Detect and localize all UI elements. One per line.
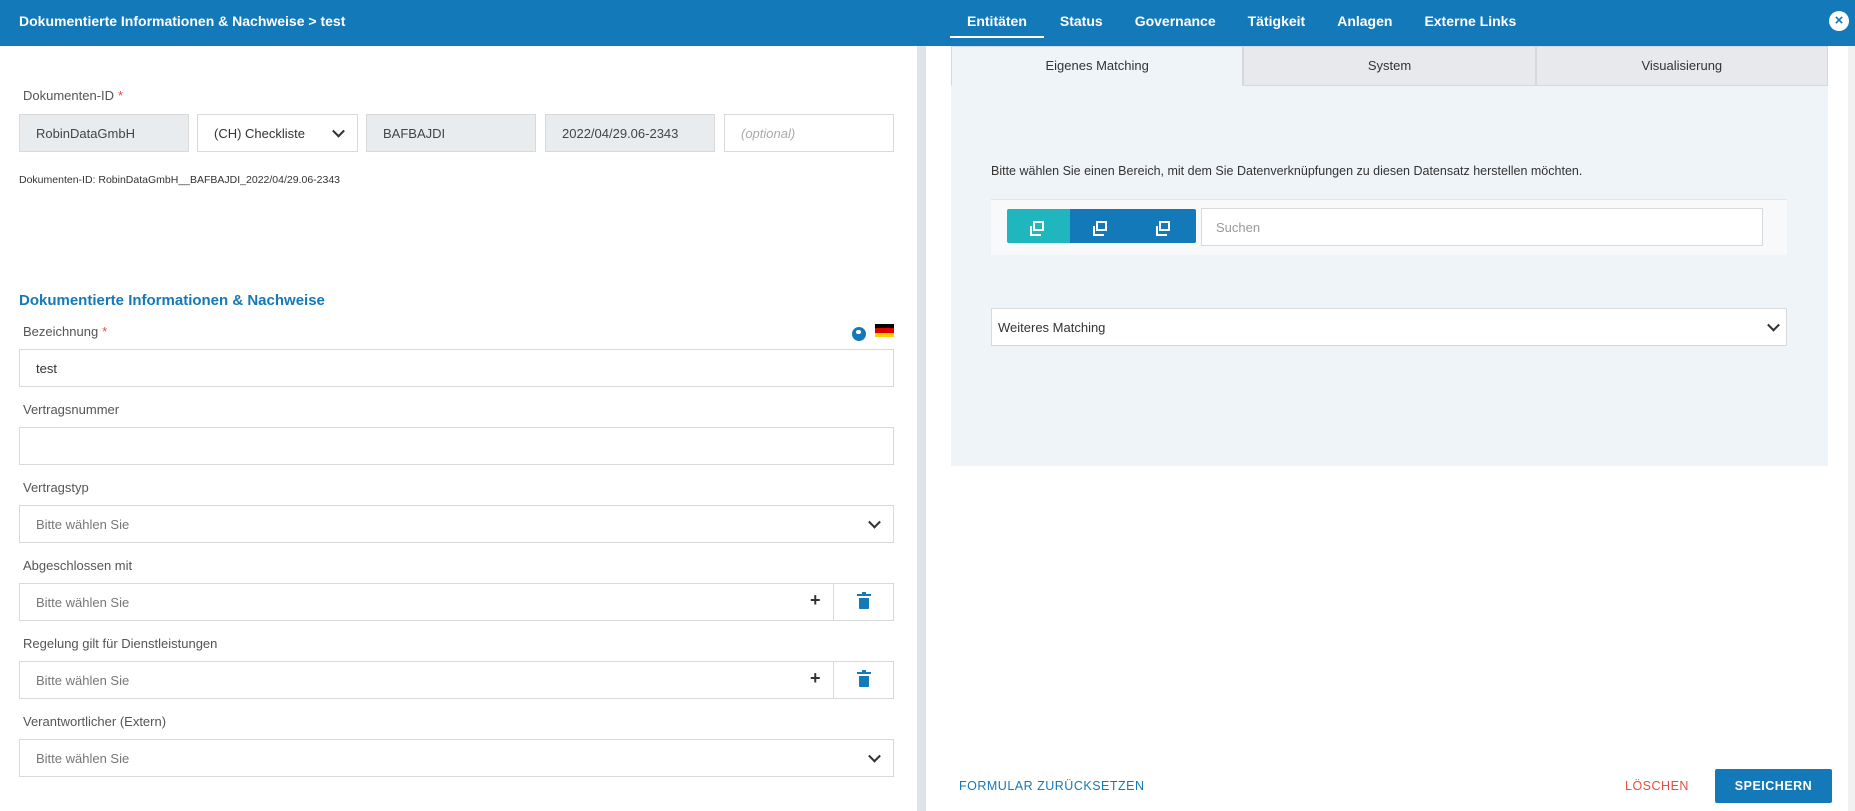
nav-status[interactable]: Status [1044,0,1119,42]
reset-form-button[interactable]: FORMULAR ZURÜCKSETZEN [959,779,1145,793]
globe-icon[interactable] [852,327,866,341]
doc-id-type-value: (CH) Checkliste [214,125,306,141]
copy-icon [1093,221,1107,236]
matching-instruction: Bitte wählen Sie einen Bereich, mit dem … [991,164,1583,178]
doc-id-stamp-field: 2022/04/29.06-2343 [545,114,715,152]
nav-governance[interactable]: Governance [1119,0,1232,42]
nav-entitaeten[interactable]: Entitäten [950,0,1044,38]
bezeichnung-input[interactable]: test [19,349,894,387]
nav-externe-links[interactable]: Externe Links [1408,0,1532,42]
regelung-label: Regelung gilt für Dienstleistungen [23,636,218,651]
top-nav: Entitäten Status Governance Tätigkeit An… [950,0,1532,46]
delete-abgeschlossen-button[interactable] [833,583,894,621]
doc-id-company-field: RobinDataGmbH [19,114,189,152]
left-form-panel: Dokumenten-ID * RobinDataGmbH (CH) Checkl… [0,46,917,811]
doc-id-code-value: BAFBAJDI [383,125,446,141]
optional-placeholder: (optional) [741,125,796,141]
required-mark: * [118,88,124,103]
vertragsnummer-label: Vertragsnummer [23,402,120,417]
doc-id-stamp-value: 2022/04/29.06-2343 [562,125,679,141]
doc-id-company-value: RobinDataGmbH [36,125,135,141]
regelung-select[interactable]: Bitte wählen Sie [19,661,834,699]
trash-icon [856,670,871,687]
doc-id-summary: Dokumenten-ID: RobinDataGmbH__BAFBAJDI_2… [19,174,341,186]
nav-anlagen[interactable]: Anlagen [1321,0,1408,42]
doc-id-code-field: BAFBAJDI [366,114,536,152]
top-bar: Dokumentierte Informationen & Nachweise … [0,0,1855,46]
vertragsnummer-input[interactable] [19,427,894,465]
vertragstyp-label: Vertragstyp [23,480,89,495]
abgeschlossen-label: Abgeschlossen mit [23,558,133,573]
layers-icon [1030,221,1044,236]
tab-system[interactable]: System [1243,46,1536,86]
tab-eigenes-matching[interactable]: Eigenes Matching [951,46,1244,86]
delete-button[interactable]: LÖSCHEN [1625,779,1689,793]
area-button-group [1007,209,1196,243]
add-icon[interactable]: + [810,668,821,689]
panel-divider[interactable] [917,46,926,811]
save-button[interactable]: SPEICHERN [1715,769,1832,803]
search-input[interactable] [1201,208,1763,246]
required-mark: * [102,324,108,339]
verantwortlicher-value: Bitte wählen Sie [36,750,130,766]
doc-id-optional-input[interactable]: (optional) [724,114,894,152]
matching-panel [951,86,1828,466]
weiteres-matching-select[interactable]: Weiteres Matching [991,308,1787,346]
area-button-1[interactable] [1007,209,1070,243]
matching-tabs: Eigenes Matching System Visualisierung [951,46,1828,86]
area-button-3[interactable] [1133,209,1196,243]
doc-id-type-select[interactable]: (CH) Checkliste [197,114,358,152]
doc-id-label-text: Dokumenten-ID [23,88,115,103]
regelung-value: Bitte wählen Sie [36,672,130,688]
chevron-down-icon [332,124,345,138]
bezeichnung-label: Bezeichnung * [23,324,107,339]
verantwortlicher-select[interactable]: Bitte wählen Sie [19,739,894,777]
chevron-down-icon [1767,318,1780,332]
chevron-down-icon [868,515,881,529]
clone-icon [1156,221,1170,236]
doc-id-label: Dokumenten-ID * [23,88,123,103]
tab-visualisierung[interactable]: Visualisierung [1535,46,1828,86]
german-flag-icon[interactable] [875,324,894,337]
close-icon[interactable]: × [1829,11,1849,31]
trash-icon [856,592,871,609]
bezeichnung-value: test [36,360,57,376]
add-icon[interactable]: + [810,590,821,611]
bezeichnung-label-text: Bezeichnung [23,324,99,339]
chevron-down-icon [868,749,881,763]
weiteres-matching-value: Weiteres Matching [998,319,1106,335]
abgeschlossen-select[interactable]: Bitte wählen Sie [19,583,834,621]
verantwortlicher-label: Verantwortlicher (Extern) [23,714,167,729]
breadcrumb: Dokumentierte Informationen & Nachweise … [19,13,346,29]
vertragstyp-select[interactable]: Bitte wählen Sie [19,505,894,543]
delete-regelung-button[interactable] [833,661,894,699]
area-button-2[interactable] [1070,209,1133,243]
abgeschlossen-value: Bitte wählen Sie [36,594,130,610]
scrollbar[interactable] [1848,46,1855,811]
vertragstyp-value: Bitte wählen Sie [36,516,130,532]
section-title: Dokumentierte Informationen & Nachweise [19,292,325,309]
nav-taetigkeit[interactable]: Tätigkeit [1232,0,1322,42]
